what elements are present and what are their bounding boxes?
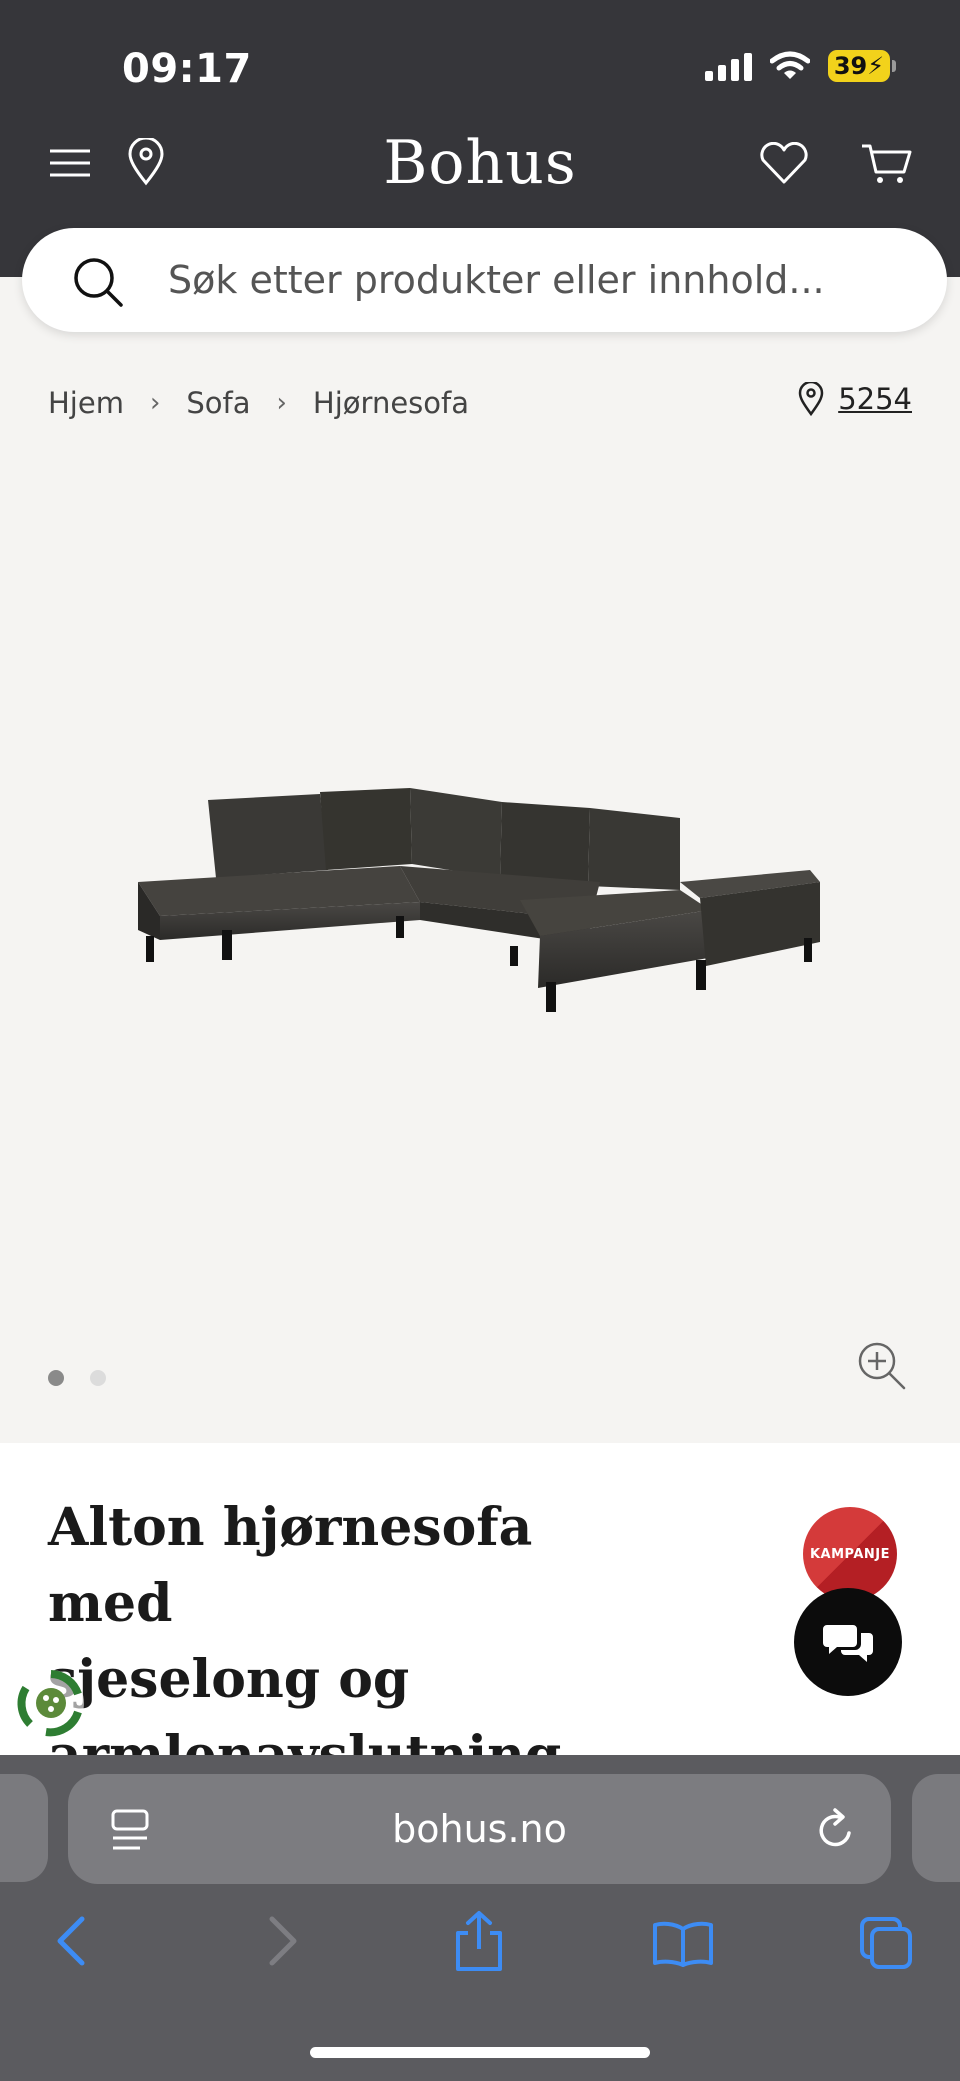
- tabs-icon[interactable]: [858, 1915, 914, 1971]
- postal-code[interactable]: 5254: [838, 382, 912, 416]
- search-bar[interactable]: Søk etter produkter eller innhold...: [22, 228, 947, 332]
- url-text[interactable]: bohus.no: [68, 1807, 891, 1851]
- breadcrumb-corner-sofa[interactable]: Hjørnesofa: [313, 386, 469, 420]
- breadcrumb-sofa[interactable]: Sofa: [186, 386, 250, 420]
- status-indicators: 39 ⚡: [705, 50, 896, 82]
- forward-icon[interactable]: [262, 1913, 302, 1969]
- chat-bubbles-icon: [823, 1625, 873, 1662]
- search-icon: [74, 258, 123, 307]
- battery-level: 39: [833, 52, 868, 80]
- gallery-dot-active[interactable]: [48, 1370, 64, 1386]
- home-indicator: [310, 2047, 650, 2058]
- previous-tab-preview[interactable]: [0, 1774, 48, 1882]
- gallery-dot[interactable]: [90, 1370, 106, 1386]
- wishlist-heart-icon[interactable]: [758, 142, 810, 184]
- next-tab-preview[interactable]: [912, 1774, 960, 1882]
- brand-logo[interactable]: Bohus: [0, 128, 960, 198]
- search-input[interactable]: Søk etter produkter eller innhold...: [168, 258, 825, 302]
- back-icon[interactable]: [52, 1913, 92, 1969]
- reload-icon[interactable]: [815, 1807, 857, 1851]
- breadcrumb-separator: ›: [276, 388, 287, 418]
- share-icon[interactable]: [452, 1909, 506, 1973]
- product-title-line: sjeselong og: [48, 1649, 410, 1710]
- browser-chrome: bohus.no: [0, 1755, 960, 2081]
- breadcrumb-separator: ›: [149, 388, 161, 418]
- zoom-icon[interactable]: [856, 1340, 908, 1392]
- status-time: 09:17: [122, 46, 252, 92]
- wifi-icon: [770, 51, 810, 79]
- product-title-line: Alton hjørnesofa med: [48, 1497, 533, 1634]
- location-pin-icon: [798, 382, 824, 416]
- breadcrumb: Hjem › Sofa › Hjørnesofa: [48, 386, 469, 420]
- campaign-badge: KAMPANJE: [803, 1507, 897, 1601]
- eco-recycle-icon[interactable]: [16, 1668, 86, 1738]
- product-title: Alton hjørnesofa med sjeselong og armlen…: [48, 1490, 668, 1794]
- cellular-signal-icon: [705, 51, 752, 81]
- address-bar[interactable]: bohus.no: [68, 1774, 891, 1884]
- gallery-pagination: [48, 1370, 106, 1386]
- product-image[interactable]: [120, 770, 840, 1050]
- breadcrumb-home[interactable]: Hjem: [48, 386, 124, 420]
- cart-icon[interactable]: [860, 140, 916, 186]
- chat-button[interactable]: [794, 1588, 902, 1696]
- postal-code-selector[interactable]: 5254: [798, 382, 912, 416]
- bookmarks-icon[interactable]: [652, 1919, 714, 1967]
- battery-icon: 39 ⚡: [828, 50, 896, 82]
